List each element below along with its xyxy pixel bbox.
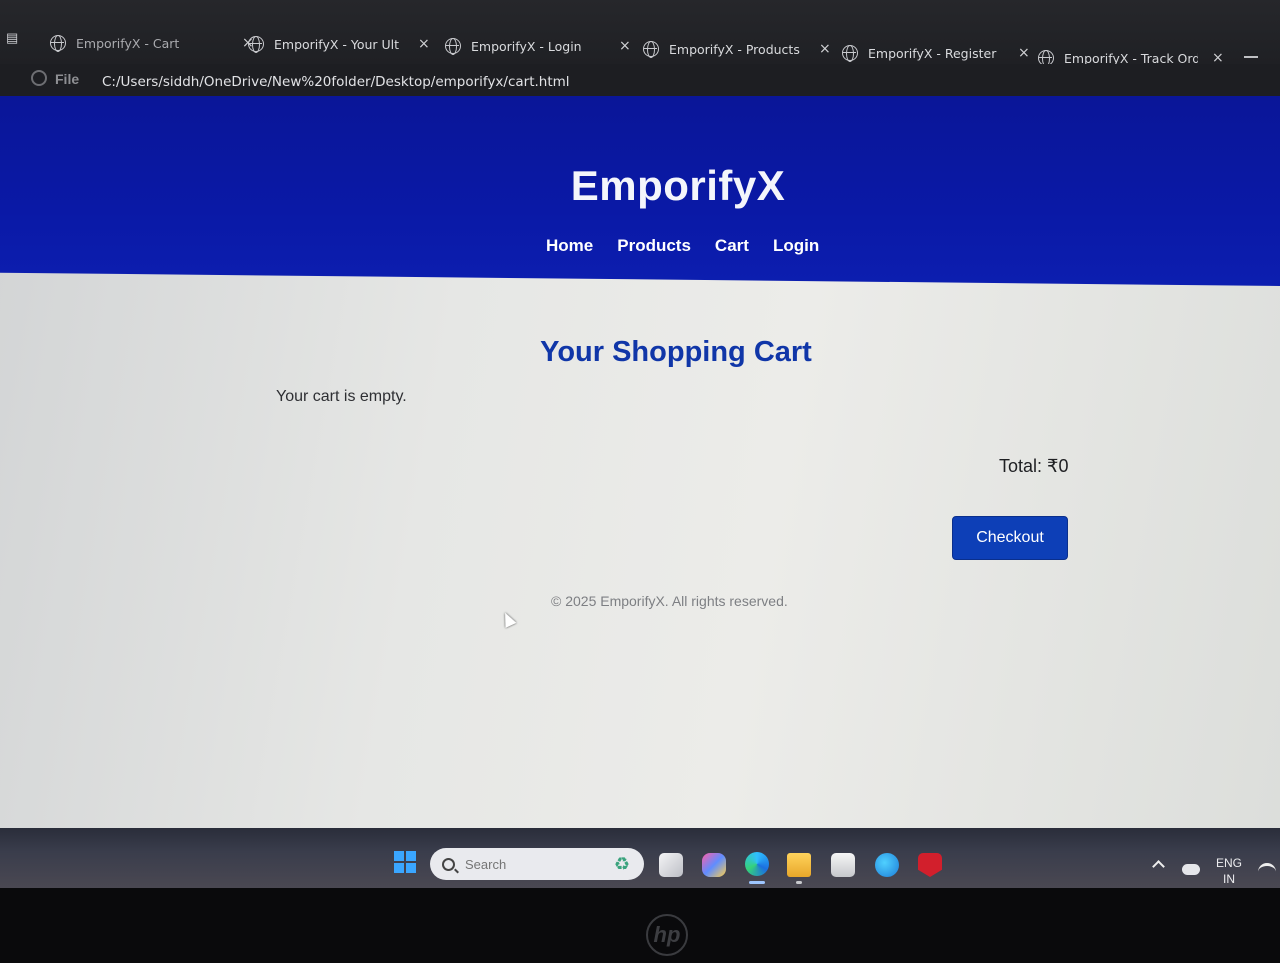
- footer-copyright: © 2025 EmporifyX. All rights reserved.: [551, 593, 788, 609]
- tab-cart[interactable]: EmporifyX - Cart ×: [50, 30, 254, 56]
- cart-total: Total: ₹0: [999, 456, 1069, 476]
- close-icon[interactable]: ×: [418, 36, 430, 52]
- recycle-icon: ♻: [613, 853, 630, 874]
- page-viewport: EmporifyX Home Products Cart Login Your …: [0, 96, 1280, 828]
- task-view-icon[interactable]: [659, 853, 683, 877]
- tab-label: EmporifyX - Register: [868, 45, 997, 61]
- nav-login-link[interactable]: Login: [773, 236, 819, 256]
- globe-icon: [643, 41, 659, 58]
- nav-products-link[interactable]: Products: [617, 236, 691, 256]
- cloud-icon[interactable]: [1182, 864, 1200, 875]
- language-indicator[interactable]: ENG IN: [1216, 855, 1242, 887]
- tab-label: EmporifyX - Login: [471, 38, 582, 54]
- hp-logo: hp: [646, 914, 688, 956]
- running-app-indicator: [796, 881, 802, 884]
- url-scheme-label: File: [55, 71, 80, 87]
- language-code: ENG: [1216, 856, 1243, 870]
- reload-icon[interactable]: [31, 70, 47, 86]
- globe-icon: [842, 45, 858, 62]
- store-icon[interactable]: [831, 853, 855, 877]
- tab-label: EmporifyX - Cart: [76, 35, 180, 51]
- search-icon: [442, 857, 455, 871]
- nav-cart-link[interactable]: Cart: [715, 236, 749, 256]
- url-field[interactable]: C:/Users/siddh/OneDrive/New%20folder/Des…: [102, 74, 570, 90]
- nav-home-link[interactable]: Home: [546, 236, 593, 256]
- taskbar-search[interactable]: ♻: [430, 848, 644, 880]
- copilot-icon[interactable]: [702, 853, 726, 877]
- browser-tab-strip: ▤ EmporifyX - Cart × EmporifyX - Your Ul…: [0, 0, 1280, 67]
- globe-icon: [445, 38, 461, 55]
- globe-icon: [248, 36, 264, 53]
- tab-register[interactable]: EmporifyX - Register ×: [842, 40, 1030, 66]
- search-input[interactable]: [465, 856, 585, 872]
- tab-actions-icon[interactable]: ▤: [6, 30, 26, 48]
- site-header: EmporifyX Home Products Cart Login: [0, 96, 1280, 286]
- laptop-bezel: [0, 888, 1280, 963]
- active-app-indicator: [749, 881, 765, 884]
- close-icon[interactable]: ×: [1018, 45, 1030, 61]
- globe-icon: [50, 35, 66, 52]
- tab-login[interactable]: EmporifyX - Login ×: [445, 33, 631, 59]
- tab-home[interactable]: EmporifyX - Your Ultimate ×: [248, 31, 430, 57]
- wifi-icon[interactable]: [1258, 863, 1276, 877]
- close-icon[interactable]: ×: [819, 41, 831, 57]
- page-title: Your Shopping Cart: [540, 336, 812, 368]
- empty-cart-message: Your cart is empty.: [276, 388, 407, 405]
- site-brand: EmporifyX: [570, 162, 786, 209]
- tab-label: EmporifyX - Products: [669, 41, 800, 57]
- help-icon[interactable]: [875, 853, 899, 877]
- checkout-button[interactable]: Checkout: [952, 516, 1068, 560]
- main-nav: Home Products Cart Login: [546, 236, 819, 256]
- minimize-icon[interactable]: [1244, 56, 1258, 58]
- tab-label: EmporifyX - Your Ultimate: [274, 36, 400, 52]
- windows-start-icon[interactable]: [394, 851, 416, 873]
- region-code: IN: [1223, 872, 1235, 886]
- close-icon[interactable]: ×: [619, 38, 631, 54]
- edge-icon[interactable]: [745, 852, 769, 876]
- file-explorer-icon[interactable]: [787, 853, 811, 877]
- tab-products[interactable]: EmporifyX - Products ×: [643, 36, 831, 62]
